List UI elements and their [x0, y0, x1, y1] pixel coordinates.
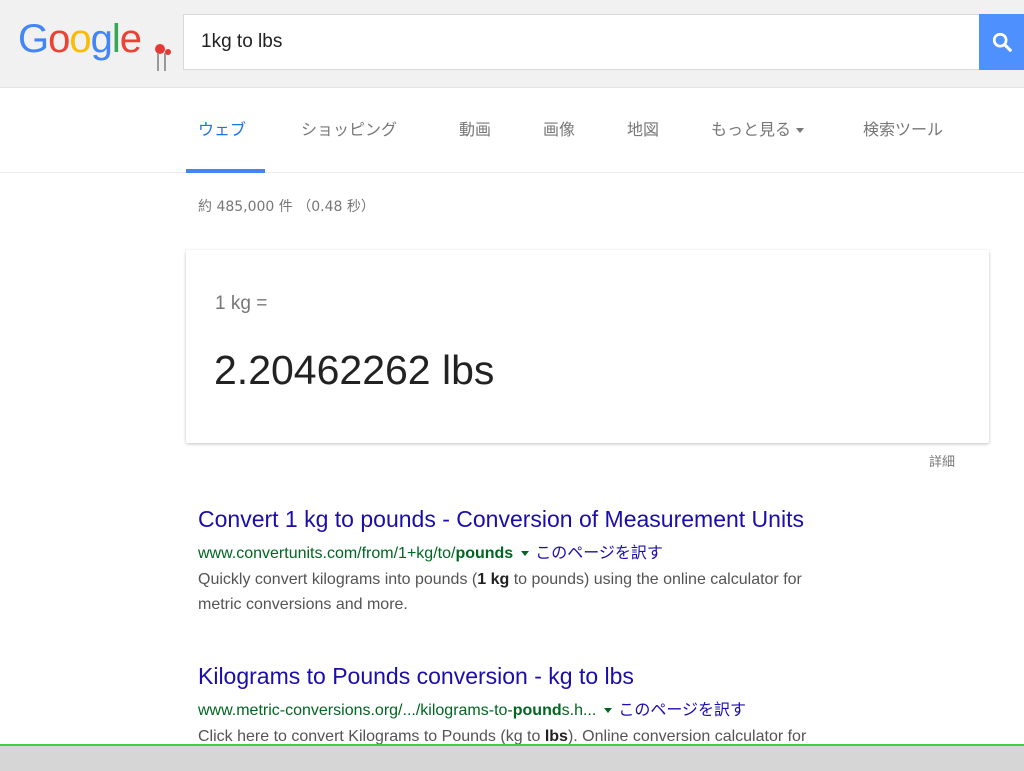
logo-letter: l — [111, 17, 121, 61]
active-tab-indicator — [186, 169, 265, 173]
snippet-highlight: 1 kg — [477, 571, 510, 588]
search-button[interactable] — [979, 14, 1024, 70]
tab-images[interactable]: 画像 — [543, 116, 575, 140]
header: Google — [0, 0, 1024, 88]
search-tabs: ウェブ ショッピング 動画 画像 地図 もっと見る 検索ツール — [0, 88, 1024, 173]
tab-maps[interactable]: 地図 — [627, 116, 659, 140]
snippet-text: ). Online conversion calculator for — [567, 728, 807, 745]
result-title-link[interactable]: Convert 1 kg to pounds - Conversion of M… — [198, 506, 978, 533]
search-result: Convert 1 kg to pounds - Conversion of M… — [198, 506, 978, 617]
result-title-link[interactable]: Kilograms to Pounds conversion - kg to l… — [198, 663, 978, 690]
search-input[interactable] — [199, 30, 979, 54]
result-snippet: Quickly convert kilograms into pounds (1… — [198, 567, 978, 617]
tab-videos[interactable]: 動画 — [459, 116, 491, 140]
snippet-text: Click here to convert Kilograms to Pound… — [198, 728, 545, 745]
logo-letter: e — [119, 17, 142, 61]
snippet-text: metric conversions and more. — [198, 596, 408, 613]
snippet-text: to pounds) using the online calculator f… — [509, 571, 802, 588]
converter-output: 2.20462262 lbs — [214, 347, 495, 393]
search-result: Kilograms to Pounds conversion - kg to l… — [198, 663, 978, 749]
translate-link[interactable]: このページを訳す — [535, 543, 663, 562]
result-url-text: www.metric-conversions.org/.../kilograms… — [198, 702, 513, 719]
url-menu-caret-icon[interactable] — [604, 708, 613, 714]
tab-more[interactable]: もっと見る — [711, 116, 805, 140]
tab-web[interactable]: ウェブ — [198, 116, 246, 140]
tab-more-label: もっと見る — [711, 120, 792, 139]
result-url-highlight: pounds — [455, 545, 514, 562]
result-url: www.metric-conversions.org/.../kilograms… — [198, 696, 978, 720]
result-url-text: www.convertunits.com/from/1+kg/to/ — [198, 545, 456, 562]
search-box[interactable] — [183, 14, 979, 70]
converter-input: 1 kg = — [215, 293, 268, 314]
result-url-suffix: s.h... — [561, 702, 597, 719]
details-link[interactable]: 詳細 — [929, 451, 955, 470]
search-icon — [992, 32, 1012, 52]
snippet-text: Quickly convert kilograms into pounds ( — [198, 571, 478, 588]
logo-letter: g — [90, 17, 113, 61]
logo-letter: G — [18, 17, 49, 61]
bottom-bar — [0, 744, 1024, 771]
url-menu-caret-icon[interactable] — [521, 551, 530, 557]
tab-shopping[interactable]: ショッピング — [301, 116, 397, 140]
result-url: www.convertunits.com/from/1+kg/to/pounds… — [198, 539, 978, 563]
translate-link[interactable]: このページを訳す — [618, 700, 746, 719]
result-url-highlight: pound — [512, 702, 562, 719]
logo-letter: o — [69, 17, 91, 61]
tab-search-tools[interactable]: 検索ツール — [863, 116, 943, 140]
snippet-highlight: lbs — [544, 728, 568, 745]
result-stats: 約 485,000 件 （0.48 秒） — [198, 199, 375, 215]
unit-converter-card: 1 kg = 2.20462262 lbs — [186, 250, 989, 443]
doodle-icon — [155, 44, 171, 71]
google-logo[interactable]: Google — [18, 17, 171, 77]
logo-letter: o — [48, 17, 70, 61]
chevron-down-icon — [796, 128, 805, 133]
